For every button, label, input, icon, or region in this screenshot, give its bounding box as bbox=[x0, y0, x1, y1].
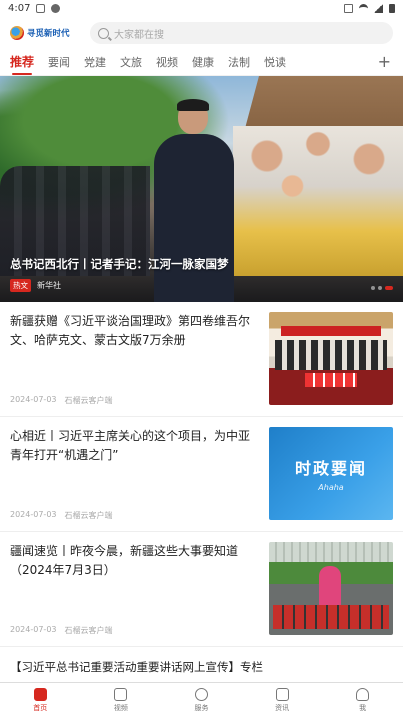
nav-service[interactable]: 服务 bbox=[161, 683, 242, 718]
logo-text: 寻觅新时代 bbox=[27, 29, 70, 39]
carousel-dot-active bbox=[385, 286, 393, 290]
news-item[interactable]: 新疆获赠《习近平谈治国理政》第四卷维吾尔文、哈萨克文、蒙古文版7万余册 2024… bbox=[0, 302, 403, 417]
nav-news[interactable]: 资讯 bbox=[242, 683, 323, 718]
tab-law[interactable]: 法制 bbox=[228, 54, 250, 70]
tab-reading[interactable]: 悦读 bbox=[264, 54, 286, 70]
nav-label: 服务 bbox=[194, 704, 209, 712]
app-icon bbox=[51, 3, 61, 13]
news-date: 2024-07-03 bbox=[10, 510, 57, 519]
home-icon bbox=[33, 688, 47, 701]
add-channel-icon[interactable]: + bbox=[378, 52, 391, 71]
tab-video[interactable]: 视频 bbox=[156, 54, 178, 70]
news-icon bbox=[275, 688, 289, 701]
tab-health[interactable]: 健康 bbox=[192, 54, 214, 70]
news-meta: 2024-07-03 石榴云客户端 bbox=[10, 510, 113, 521]
news-meta: 2024-07-03 石榴云客户端 bbox=[10, 395, 113, 406]
notification-icon bbox=[36, 3, 46, 13]
carousel-dot bbox=[378, 286, 382, 290]
news-source: 石榴云客户端 bbox=[64, 511, 113, 520]
news-item[interactable]: 心相近丨习近平主席关心的这个项目，为中亚青年打开“机遇之门” 2024-07-0… bbox=[0, 417, 403, 532]
hero-banner[interactable]: 总书记西北行丨记者手记：江河一脉家国梦 热文 新华社 bbox=[0, 76, 403, 302]
battery-icon bbox=[389, 3, 395, 13]
hero-caption: 总书记西北行丨记者手记：江河一脉家国梦 bbox=[10, 257, 229, 271]
app-logo[interactable]: 寻觅新时代 bbox=[10, 26, 82, 40]
status-time: 4:07 bbox=[8, 2, 31, 14]
search-icon bbox=[98, 27, 109, 39]
thumb-title: 时政要闻 bbox=[294, 459, 367, 478]
news-date: 2024-07-03 bbox=[10, 625, 57, 634]
news-date: 2024-07-03 bbox=[10, 395, 57, 404]
thumb-subtitle: Ahaha bbox=[318, 483, 344, 492]
app-header: 寻觅新时代 大家都在搜 bbox=[0, 18, 403, 48]
carousel-indicator bbox=[371, 286, 393, 290]
nav-label: 视频 bbox=[113, 704, 128, 712]
hot-badge: 热文 bbox=[10, 279, 31, 292]
service-icon bbox=[194, 688, 208, 701]
channel-tabs: 推荐 要闻 党建 文旅 视频 健康 法制 悦读 + bbox=[0, 48, 403, 76]
news-title: 心相近丨习近平主席关心的这个项目，为中亚青年打开“机遇之门” bbox=[10, 429, 251, 462]
news-thumbnail: 时政要闻 Ahaha bbox=[269, 427, 393, 520]
bottom-navigation: 首页 视频 服务 资讯 我 bbox=[0, 682, 403, 718]
carousel-dot bbox=[371, 286, 375, 290]
hero-source: 新华社 bbox=[37, 281, 61, 290]
news-item[interactable]: 疆闻速览丨昨夜今晨，新疆这些大事要知道（2024年7月3日） 2024-07-0… bbox=[0, 532, 403, 647]
profile-icon bbox=[356, 688, 370, 701]
news-source: 石榴云客户端 bbox=[64, 396, 113, 405]
news-meta: 2024-07-03 石榴云客户端 bbox=[10, 625, 113, 636]
search-bar[interactable]: 大家都在搜 bbox=[90, 22, 393, 44]
nav-label: 我 bbox=[359, 704, 367, 712]
vibrate-icon bbox=[344, 3, 353, 13]
status-bar: 4:07 bbox=[0, 0, 403, 16]
hero-crowd-right bbox=[233, 126, 403, 276]
tab-headlines[interactable]: 要闻 bbox=[48, 54, 70, 70]
nav-label: 首页 bbox=[33, 704, 48, 712]
news-thumbnail bbox=[269, 312, 393, 405]
tab-culture-travel[interactable]: 文旅 bbox=[120, 54, 142, 70]
tab-party[interactable]: 党建 bbox=[84, 54, 106, 70]
nav-home[interactable]: 首页 bbox=[0, 683, 81, 718]
logo-mark-icon bbox=[10, 26, 24, 40]
video-icon bbox=[114, 688, 128, 701]
news-title: 疆闻速览丨昨夜今晨，新疆这些大事要知道（2024年7月3日） bbox=[10, 544, 239, 577]
wifi-icon bbox=[359, 3, 368, 13]
nav-label: 资讯 bbox=[275, 704, 290, 712]
tab-recommend[interactable]: 推荐 bbox=[10, 53, 34, 75]
news-source: 石榴云客户端 bbox=[64, 626, 113, 635]
hero-meta: 热文 新华社 bbox=[10, 279, 61, 292]
news-title: 新疆获赠《习近平谈治国理政》第四卷维吾尔文、哈萨克文、蒙古文版7万余册 bbox=[10, 314, 251, 347]
nav-video[interactable]: 视频 bbox=[81, 683, 162, 718]
signal-icon bbox=[374, 3, 383, 13]
search-input[interactable]: 大家都在搜 bbox=[114, 26, 164, 41]
nav-profile[interactable]: 我 bbox=[322, 683, 403, 718]
news-thumbnail bbox=[269, 542, 393, 635]
